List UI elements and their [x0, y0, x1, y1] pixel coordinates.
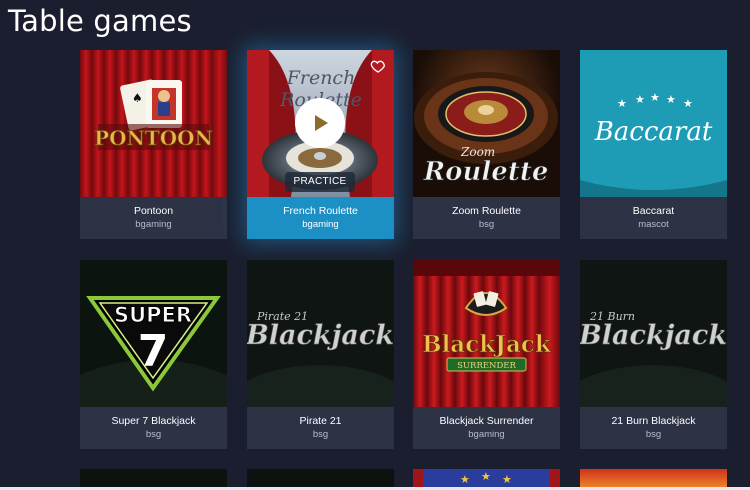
game-thumbnail[interactable]: Pirate 21 Blackjack — [247, 260, 394, 407]
logo-text: BlackJack — [422, 331, 552, 358]
star-icon: ★ — [666, 94, 676, 106]
game-card-blackjack-surrender[interactable]: BlackJack SURRENDER Blackjack Surrender … — [413, 260, 560, 449]
game-card-partial[interactable] — [80, 469, 227, 489]
logo-text: SUPER — [114, 303, 192, 327]
star-icon: ★ — [617, 98, 627, 110]
game-provider: bsg — [478, 219, 495, 230]
play-button[interactable] — [295, 98, 345, 148]
game-thumbnail[interactable]: ★ ★ ★ ★ ★ Baccarat — [580, 50, 727, 197]
21-burn-artwork: 21 Burn Blackjack — [580, 260, 727, 407]
logo-text: Roulette — [423, 157, 549, 187]
game-provider: bsg — [645, 429, 662, 440]
star-icon: ★ — [650, 92, 660, 104]
game-card-pirate-21[interactable]: Pirate 21 Blackjack Pirate 21 bsg — [247, 260, 394, 449]
game-name: Pirate 21 — [299, 415, 342, 427]
game-thumbnail[interactable]: 21 Burn Blackjack — [580, 260, 727, 407]
page-title: Table games — [8, 4, 192, 38]
game-name: Super 7 Blackjack — [111, 415, 196, 427]
game-thumbnail[interactable]: French Roulette PRACTICE — [247, 50, 394, 197]
game-provider: bgaming — [135, 219, 172, 230]
pirate-21-artwork: Pirate 21 Blackjack — [247, 260, 394, 407]
star-icon: ★ — [635, 94, 645, 106]
game-name: Pontoon — [133, 205, 174, 217]
game-name: Blackjack Surrender — [439, 415, 534, 427]
zoom-roulette-artwork: Zoom Roulette — [413, 50, 560, 197]
star-icon: ★ — [502, 474, 512, 486]
game-card-baccarat[interactable]: ★ ★ ★ ★ ★ Baccarat Baccarat mascot — [580, 50, 727, 239]
baccarat-artwork: ★ ★ ★ ★ ★ Baccarat — [580, 50, 727, 197]
game-thumbnail[interactable]: BlackJack SURRENDER — [413, 260, 560, 407]
play-icon — [315, 115, 328, 131]
game-provider: mascot — [638, 219, 669, 230]
game-name: 21 Burn Blackjack — [611, 415, 696, 427]
game-card-pontoon[interactable]: ♠ PONTOON Pontoon bgaming — [80, 50, 227, 239]
logo-text: PONTOON — [94, 126, 213, 150]
logo-text: 7 — [138, 326, 169, 377]
star-icon: ★ — [481, 471, 491, 483]
logo-text: Baccarat — [594, 117, 713, 147]
blackjack-surrender-artwork: BlackJack SURRENDER — [413, 260, 560, 407]
game-card-21-burn-blackjack[interactable]: 21 Burn Blackjack 21 Burn Blackjack bsg — [580, 260, 727, 449]
game-provider: bgaming — [302, 219, 339, 230]
game-card-super-7-blackjack[interactable]: SUPER 7 Super 7 Blackjack bsg — [80, 260, 227, 449]
logo-text: French — [286, 67, 356, 89]
eu-flag-artwork: ★ ★ ★ — [413, 469, 560, 489]
game-card-partial[interactable] — [580, 469, 727, 489]
star-icon: ★ — [460, 474, 470, 486]
game-card-partial[interactable] — [247, 469, 394, 489]
practice-button[interactable]: PRACTICE — [285, 172, 355, 192]
favorite-heart-icon[interactable] — [370, 58, 386, 74]
logo-text: SURRENDER — [457, 361, 516, 371]
game-provider: bgaming — [468, 429, 505, 440]
fire-artwork — [580, 469, 727, 489]
logo-text: Blackjack — [247, 320, 394, 351]
game-name: Baccarat — [632, 205, 675, 217]
game-name: Zoom Roulette — [452, 205, 521, 217]
game-provider: bsg — [145, 429, 162, 440]
game-card-partial[interactable]: ★ ★ ★ — [413, 469, 560, 489]
logo-text: Blackjack — [580, 320, 727, 351]
game-name: French Roulette — [283, 205, 358, 217]
star-icon: ★ — [683, 98, 693, 110]
game-provider: bsg — [312, 429, 329, 440]
game-card-french-roulette[interactable]: French Roulette PRACTICE French Roulette… — [247, 50, 394, 239]
super-7-artwork: SUPER 7 — [80, 260, 227, 407]
game-thumbnail[interactable]: ♠ PONTOON — [80, 50, 227, 197]
pontoon-artwork: ♠ PONTOON — [80, 50, 227, 197]
game-card-zoom-roulette[interactable]: Zoom Roulette Zoom Roulette bsg — [413, 50, 560, 239]
svg-text:♠: ♠ — [132, 91, 143, 105]
game-thumbnail[interactable]: SUPER 7 — [80, 260, 227, 407]
game-thumbnail[interactable]: Zoom Roulette — [413, 50, 560, 197]
